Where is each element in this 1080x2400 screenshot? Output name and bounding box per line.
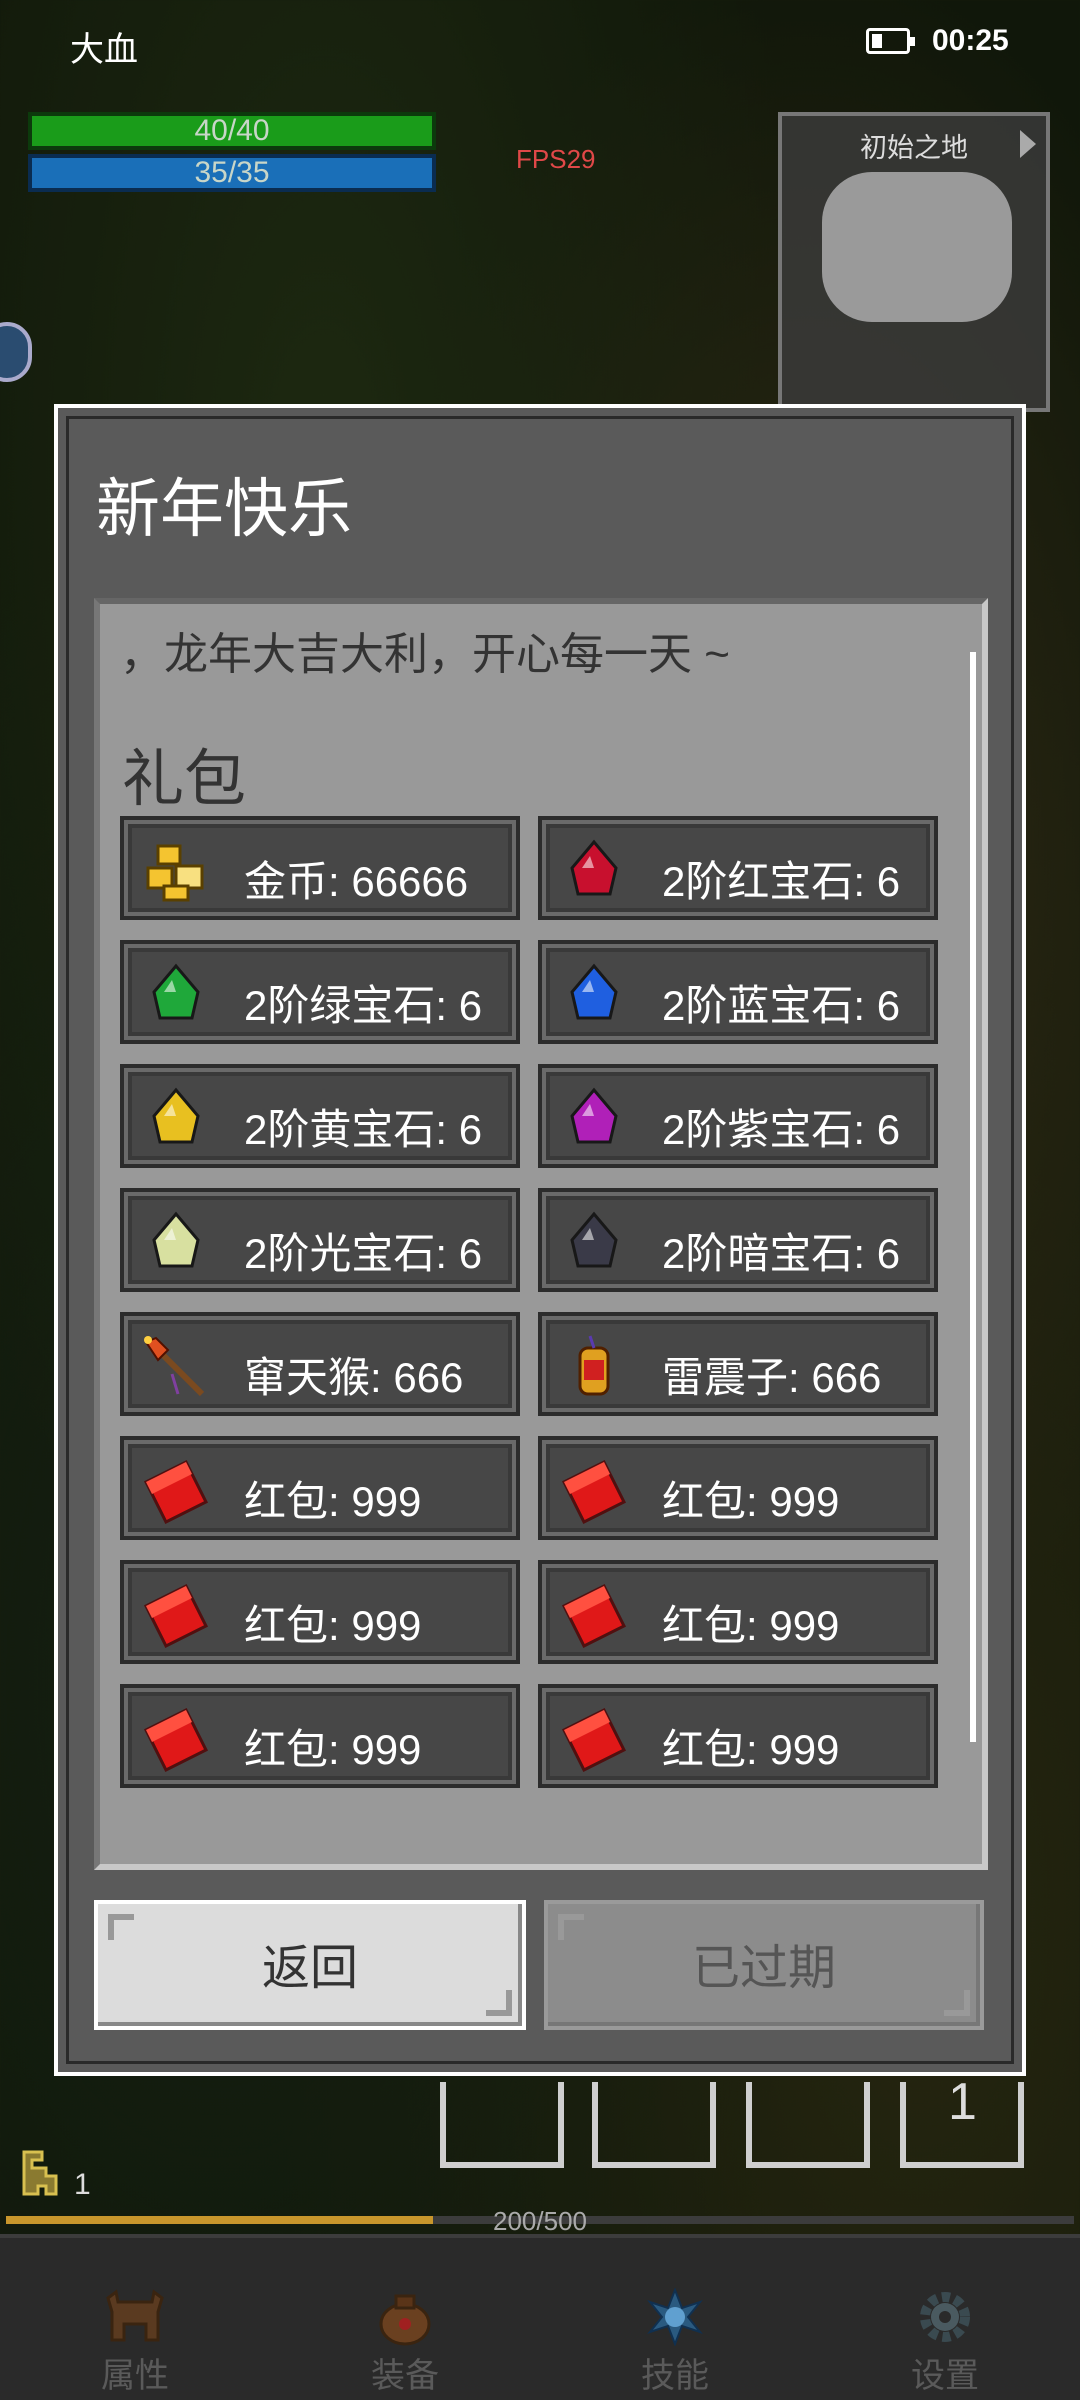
skill-slot[interactable]	[592, 2082, 716, 2168]
helmet-icon	[106, 2289, 164, 2342]
hp-bar: 40/40	[28, 112, 436, 150]
battery-level	[872, 34, 882, 48]
gift-dialog: 新年快乐 ，龙年大吉大利，开心每一天 ~ 礼包 金币: 66666 2阶红宝石: …	[54, 404, 1026, 2076]
firework-rocket-icon	[142, 1334, 210, 1402]
gift-item-label: 2阶紫宝石: 6	[662, 1106, 901, 1153]
minimap-title: 初始之地	[860, 133, 968, 163]
nav-skills[interactable]: 技能	[540, 2238, 810, 2400]
gift-item-label: 红包: 999	[244, 1602, 422, 1649]
back-button[interactable]: 返回	[94, 1900, 526, 2030]
yellow-gem-icon	[142, 1086, 210, 1154]
red-envelope-icon	[142, 1706, 210, 1774]
purple-gem-icon	[560, 1086, 628, 1154]
status-title: 大血	[70, 31, 138, 69]
gold-coins-icon	[142, 838, 210, 906]
firecracker-icon	[560, 1334, 628, 1402]
gift-item-label: 红包: 999	[244, 1478, 422, 1525]
fps-counter: FPS29	[516, 144, 596, 174]
expired-button[interactable]: 已过期	[544, 1900, 984, 2030]
red-envelope-icon	[560, 1582, 628, 1650]
gift-item[interactable]: 2阶黄宝石: 6	[120, 1064, 520, 1168]
light-gem-icon	[142, 1210, 210, 1278]
gift-item-label: 2阶红宝石: 6	[662, 858, 901, 905]
gift-item[interactable]: 红包: 999	[538, 1436, 938, 1540]
gift-item-label: 红包: 999	[662, 1726, 840, 1773]
gift-section-title: 礼包	[122, 745, 247, 814]
minimap-area	[822, 172, 1012, 322]
intro-text: ，龙年大吉大利，开心每一天 ~	[120, 630, 730, 679]
level-number: 1	[74, 2168, 91, 2201]
back-button-label: 返回	[261, 1942, 358, 1995]
red-envelope-icon	[142, 1458, 210, 1526]
dark-gem-icon	[560, 1210, 628, 1278]
mp-text: 35/35	[194, 156, 270, 189]
minimap-expand-icon[interactable]	[1020, 130, 1036, 158]
red-envelope-icon	[142, 1582, 210, 1650]
gear-icon	[920, 2292, 970, 2342]
gift-item[interactable]: 2阶绿宝石: 6	[120, 940, 520, 1044]
green-gem-icon	[142, 962, 210, 1030]
gift-item[interactable]: 2阶暗宝石: 6	[538, 1188, 938, 1292]
hp-text: 40/40	[194, 114, 270, 147]
nav-label: 装备	[371, 2357, 439, 2395]
gift-item[interactable]: 2阶光宝石: 6	[120, 1188, 520, 1292]
gift-item[interactable]: 雷震子: 666	[538, 1312, 938, 1416]
status-time: 00:25	[932, 24, 1009, 57]
gift-item[interactable]: 红包: 999	[120, 1684, 520, 1788]
gift-item[interactable]: 红包: 999	[538, 1560, 938, 1664]
corner-decoration	[944, 1990, 970, 2016]
gift-item[interactable]: 金币: 66666	[120, 816, 520, 920]
gift-item[interactable]: 红包: 999	[538, 1684, 938, 1788]
dialog-content[interactable]: ，龙年大吉大利，开心每一天 ~ 礼包 金币: 66666 2阶红宝石: 6 2阶绿宝…	[94, 598, 988, 1870]
minimap[interactable]: 初始之地	[778, 112, 1050, 412]
gift-item[interactable]: 红包: 999	[120, 1436, 520, 1540]
gift-item-label: 2阶光宝石: 6	[244, 1230, 483, 1277]
scrollbar[interactable]	[970, 652, 976, 1742]
nav-settings[interactable]: 设置	[810, 2238, 1080, 2400]
gift-item-label: 2阶绿宝石: 6	[244, 982, 483, 1029]
corner-decoration	[486, 1990, 512, 2016]
corner-decoration	[108, 1914, 134, 1940]
status-bar: 大血 00:25	[0, 0, 1080, 84]
red-envelope-icon	[560, 1458, 628, 1526]
gift-item[interactable]: 2阶紫宝石: 6	[538, 1064, 938, 1168]
red-envelope-icon	[560, 1706, 628, 1774]
gift-item-label: 雷震子: 666	[662, 1354, 882, 1401]
dialog-title: 新年快乐	[96, 473, 352, 545]
gift-item-label: 窜天猴: 666	[244, 1354, 464, 1401]
corner-decoration	[558, 1914, 584, 1940]
skill-slot[interactable]	[746, 2082, 870, 2168]
gift-item-label: 红包: 999	[662, 1602, 840, 1649]
battery-icon	[866, 28, 915, 54]
nav-label: 属性	[101, 2357, 169, 2395]
bag-icon	[379, 2294, 431, 2346]
skill-slot[interactable]	[440, 2082, 564, 2168]
nav-label: 设置	[911, 2357, 979, 2395]
red-gem-icon	[560, 838, 628, 906]
gift-item-label: 红包: 999	[662, 1478, 840, 1525]
gift-item[interactable]: 红包: 999	[120, 1560, 520, 1664]
level-rune-icon	[22, 2150, 58, 2196]
mp-bar: 35/35	[28, 154, 436, 192]
blue-gem-icon	[560, 962, 628, 1030]
gift-item-label: 2阶暗宝石: 6	[662, 1230, 901, 1277]
xp-text: 200/500	[493, 2206, 587, 2236]
nav-attributes[interactable]: 属性	[0, 2238, 270, 2400]
gift-item-label: 2阶黄宝石: 6	[244, 1106, 483, 1153]
bottom-nav: 属性 装备 技能 设置	[0, 2234, 1080, 2400]
gift-item-label: 金币: 66666	[244, 858, 469, 905]
skill-orb-icon	[647, 2288, 703, 2346]
gift-item[interactable]: 2阶红宝石: 6	[538, 816, 938, 920]
gift-item[interactable]: 窜天猴: 666	[120, 1312, 520, 1416]
gift-item-label: 红包: 999	[244, 1726, 422, 1773]
skill-slot-number: 1	[948, 2073, 977, 2131]
nav-label: 技能	[641, 2357, 709, 2395]
gift-item[interactable]: 2阶蓝宝石: 6	[538, 940, 938, 1044]
nav-equipment[interactable]: 装备	[270, 2238, 540, 2400]
expired-button-label: 已过期	[691, 1942, 836, 1995]
gift-item-label: 2阶蓝宝石: 6	[662, 982, 901, 1029]
